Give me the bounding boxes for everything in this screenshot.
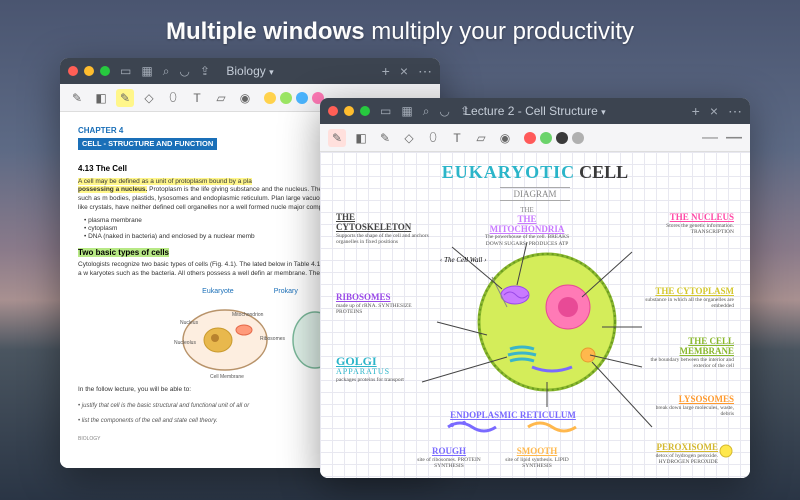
close-tab-icon[interactable]: × [400,63,408,80]
close-icon[interactable] [328,106,338,116]
camera-tool-icon[interactable]: ◉ [496,129,514,147]
image-tool-icon[interactable]: ▱ [472,129,490,147]
minimize-icon[interactable] [344,106,354,116]
chapter-title: CELL - STRUCTURE AND FUNCTION [78,138,217,150]
traffic-lights[interactable] [328,106,370,116]
eraser-tool-icon[interactable]: ◧ [92,89,110,107]
titlebar[interactable]: ▭ ▦ ⌕ ◡ ⇪ Lecture 2 - Cell Structure ▾ +… [320,98,750,124]
close-icon[interactable] [68,66,78,76]
label-mitochondria: THE THE MITOCHONDRIA The powerhouse of t… [482,207,572,247]
label-ribosomes: RIBOSOMES made up of rRNA. SYNTHESIZE PR… [336,293,416,315]
sidebar-icon[interactable]: ▭ [120,64,131,79]
zoom-icon[interactable] [360,106,370,116]
toolbar: ✎ ◧ ✎ ◇ ⬯ T ▱ ◉ — — [320,124,750,152]
search-icon[interactable]: ⌕ [423,104,430,119]
shape-tool-icon[interactable]: ◇ [140,89,158,107]
titlebar[interactable]: ▭ ▦ ⌕ ◡ ⇪ Biology ▾ + × ⋯ [60,58,440,84]
diagram-title: EUKARYOTIC CELL [332,162,738,183]
notebook-page[interactable]: EUKARYOTIC CELL DIAGRAM [320,152,750,478]
stroke-thin-icon[interactable]: — [702,129,718,147]
color-palette [264,92,324,104]
lasso-tool-icon[interactable]: ⬯ [424,129,442,147]
label-er: ENDOPLASMIC RETICULUM [428,411,598,444]
window-lecture: ▭ ▦ ⌕ ◡ ⇪ Lecture 2 - Cell Structure ▾ +… [320,98,750,478]
camera-tool-icon[interactable]: ◉ [236,89,254,107]
add-icon[interactable]: + [692,103,700,120]
bookmark-icon[interactable]: ◡ [439,104,449,119]
close-tab-icon[interactable]: × [710,103,718,120]
image-tool-icon[interactable]: ▱ [212,89,230,107]
window-title: Biology ▾ [226,64,273,78]
svg-text:Cell Membrane: Cell Membrane [210,374,244,378]
label-cellwall: ‹ The Cell Wall › [440,257,486,265]
color-swatch[interactable] [296,92,308,104]
label-cytoplasm: THE CYTOPLASM substance in which all the… [644,287,734,309]
pen-tool-icon[interactable]: ✎ [68,89,86,107]
color-swatch[interactable] [264,92,276,104]
label-golgi: GOLGI APPARATUS packages proteins for tr… [336,355,416,383]
color-swatch[interactable] [280,92,292,104]
add-icon[interactable]: + [382,63,390,80]
color-swatch[interactable] [524,132,536,144]
text-tool-icon[interactable]: T [188,89,206,107]
label-nucleus: THE NUCLEUS Stores the genetic informati… [644,213,734,235]
lasso-tool-icon[interactable]: ⬯ [164,89,182,107]
headline: Multiple windows multiply your productiv… [0,18,800,46]
label-smooth: SMOOTH site of lipid synthesis. LIPID SY… [502,447,572,469]
color-swatch[interactable] [556,132,568,144]
share-icon[interactable]: ⇪ [200,64,210,79]
grid-icon[interactable]: ▦ [141,64,152,79]
more-icon[interactable]: ⋯ [728,103,742,120]
text-tool-icon[interactable]: T [448,129,466,147]
sidebar-icon[interactable]: ▭ [380,104,391,119]
highlighter-tool-icon[interactable]: ✎ [376,129,394,147]
color-swatch[interactable] [540,132,552,144]
grid-icon[interactable]: ▦ [401,104,412,119]
label-lysosomes: LYSOSOMES break down large molecules, wa… [644,395,734,417]
shape-tool-icon[interactable]: ◇ [400,129,418,147]
pen-tool-icon[interactable]: ✎ [328,129,346,147]
window-title: Lecture 2 - Cell Structure ▾ [464,104,605,118]
svg-text:Mitochondrion: Mitochondrion [232,312,264,318]
more-icon[interactable]: ⋯ [418,63,432,80]
zoom-icon[interactable] [100,66,110,76]
bookmark-icon[interactable]: ◡ [179,64,189,79]
svg-text:Nucleus: Nucleus [180,320,199,326]
svg-text:Nucleolus: Nucleolus [174,340,196,346]
traffic-lights[interactable] [68,66,110,76]
search-icon[interactable]: ⌕ [163,64,170,79]
svg-text:Ribosomes: Ribosomes [260,336,286,342]
label-rough: ROUGH site of ribosomes. PROTEIN SYNTHES… [414,447,484,469]
color-palette [524,132,584,144]
highlighter-tool-icon[interactable]: ✎ [116,89,134,107]
diagram-canvas: THE CYTOSKELETON Supports the shape of t… [332,207,738,478]
label-cellmembrane: THE CELL MEMBRANE the boundary between t… [644,337,734,369]
minimize-icon[interactable] [84,66,94,76]
label-peroxisome: PEROXISOME detox of hydrogen peroxide. H… [634,443,734,465]
stroke-thick-icon[interactable]: — [726,129,742,147]
diagram-subtitle: DIAGRAM [500,187,570,201]
color-swatch[interactable] [572,132,584,144]
eraser-tool-icon[interactable]: ◧ [352,129,370,147]
label-cytoskeleton: THE CYTOSKELETON Supports the shape of t… [336,213,431,245]
